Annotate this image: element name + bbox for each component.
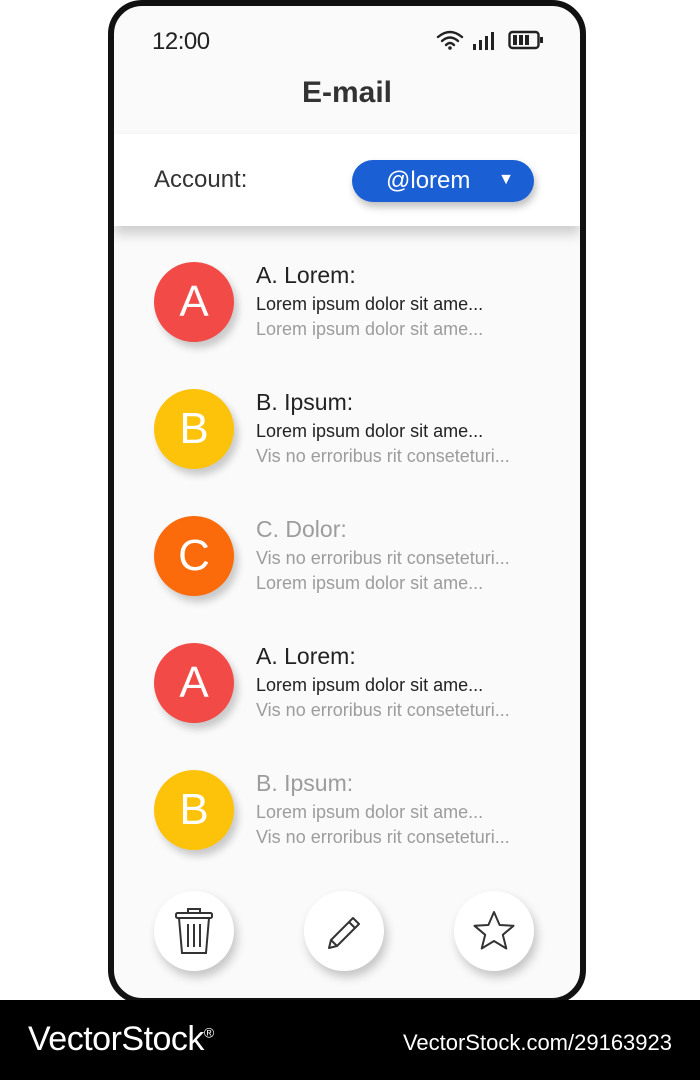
battery-icon [508,30,543,50]
avatar: C [154,516,234,596]
trash-icon [175,908,213,954]
watermark-brand: VectorStock® [28,1020,214,1058]
watermark-url: VectorStock.com/29163923 [402,1030,672,1055]
wifi-icon [436,30,464,50]
mail-item[interactable]: A A. Lorem: Lorem ipsum dolor sit ame...… [114,242,580,362]
star-icon [473,911,515,950]
avatar: A [154,643,234,723]
mail-subject: Vis no erroribus rit conseteturi... [256,548,510,568]
pencil-icon [328,917,360,949]
status-bar: 12:00 [114,6,580,66]
mail-sender: B. Ipsum: [256,389,354,415]
mail-sender: B. Ipsum: [256,770,354,796]
mail-preview: Vis no erroribus rit conseteturi... [256,700,510,720]
mail-sender: C. Dolor: [256,516,347,542]
status-icons [436,30,544,50]
phone-frame: 12:00 E-mail Account: @lorem ▼ A A. Lore… [108,0,586,1004]
mail-sender: A. Lorem: [256,643,356,669]
mail-preview: Vis no erroribus rit conseteturi... [256,446,510,466]
mail-preview: Vis no erroribus rit conseteturi... [256,827,510,847]
avatar: B [154,770,234,850]
mail-sender: A. Lorem: [256,262,356,288]
favorite-button[interactable] [454,891,534,971]
mail-subject: Lorem ipsum dolor sit ame... [256,421,484,441]
avatar: B [154,389,234,469]
mail-preview: Lorem ipsum dolor sit ame... [256,319,484,339]
signal-icon [473,32,494,50]
status-time: 12:00 [152,28,210,55]
watermark-footer: VectorStock® VectorStock.com/29163923 [0,1000,700,1080]
account-bar: Account: @lorem ▼ [114,134,580,226]
compose-button[interactable] [304,891,384,971]
mail-subject: Lorem ipsum dolor sit ame... [256,675,484,695]
delete-button[interactable] [154,891,234,971]
mail-preview: Lorem ipsum dolor sit ame... [256,573,484,593]
page-title: E-mail [301,76,393,109]
chevron-down-icon: ▼ [498,171,514,188]
action-bar [114,891,580,971]
mail-item[interactable]: B B. Ipsum: Lorem ipsum dolor sit ame...… [114,369,580,489]
account-label: Account: [154,166,248,193]
mail-subject: Lorem ipsum dolor sit ame... [256,294,484,314]
mail-item[interactable]: B B. Ipsum: Lorem ipsum dolor sit ame...… [114,750,580,870]
avatar: A [154,262,234,342]
mail-item[interactable]: C C. Dolor: Vis no erroribus rit consete… [114,496,580,616]
account-selected-value: @lorem [386,167,471,194]
account-dropdown[interactable]: @lorem ▼ [352,160,534,202]
mail-item[interactable]: A A. Lorem: Lorem ipsum dolor sit ame...… [114,623,580,743]
mail-subject: Lorem ipsum dolor sit ame... [256,802,484,822]
